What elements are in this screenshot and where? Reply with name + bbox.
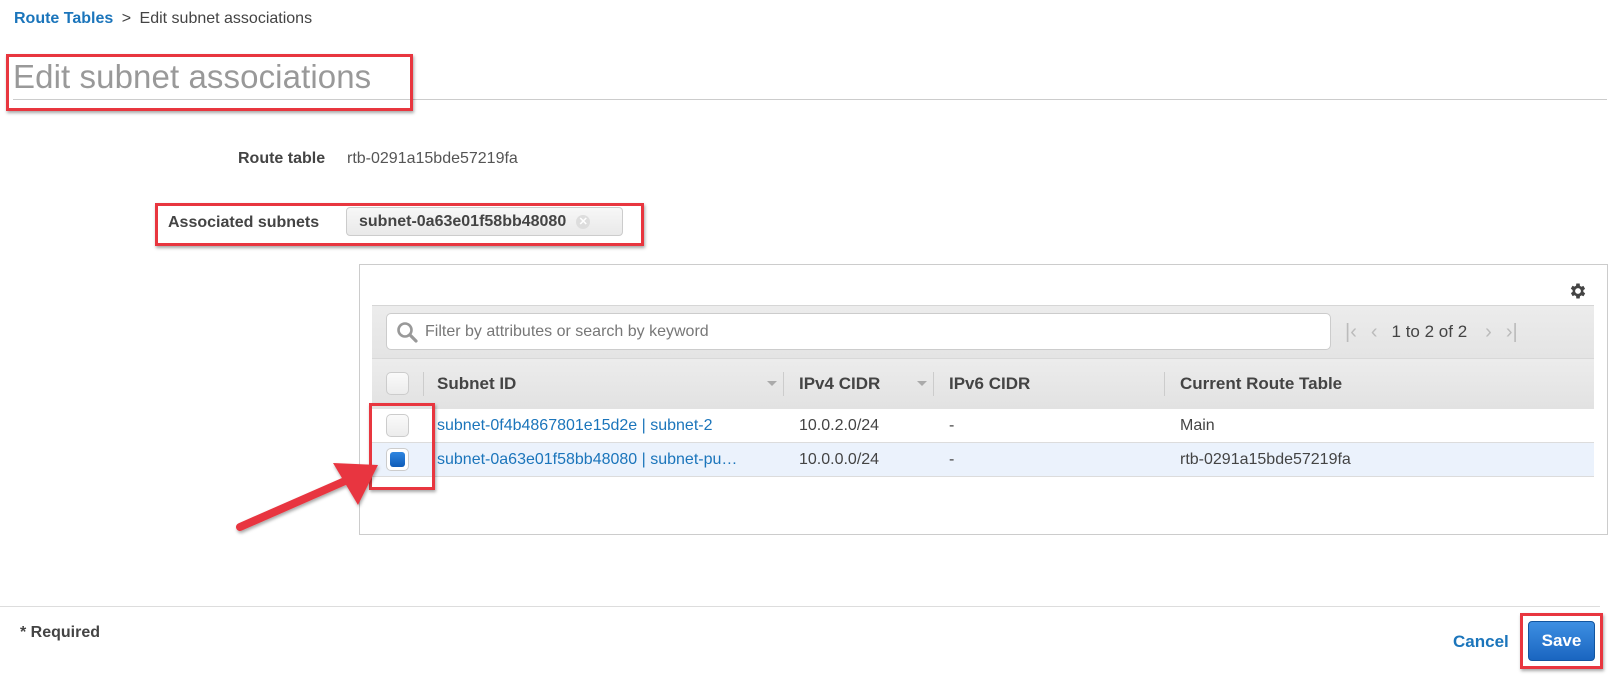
prev-page-icon[interactable]: ‹: [1371, 321, 1378, 344]
cancel-button[interactable]: Cancel: [1453, 632, 1509, 652]
next-page-icon[interactable]: ›: [1485, 321, 1492, 344]
search-input[interactable]: [425, 322, 1305, 341]
route-table-value: rtb-0291a15bde57219fa: [347, 150, 518, 167]
column-header-subnet-id[interactable]: Subnet ID: [437, 374, 516, 394]
column-divider: [423, 372, 424, 396]
pagination-text: 1 to 2 of 2: [1391, 322, 1468, 341]
search-icon: [397, 321, 418, 343]
route-table-cell: Main: [1180, 417, 1215, 434]
column-divider: [1164, 372, 1165, 396]
title-divider: [13, 99, 1607, 100]
ipv6-cidr-cell: -: [949, 417, 955, 434]
associated-subnets-label: Associated subnets: [168, 214, 320, 231]
first-page-icon[interactable]: |‹: [1345, 321, 1357, 344]
ipv6-cidr-cell: -: [949, 451, 955, 468]
column-divider: [783, 372, 784, 396]
select-all-checkbox[interactable]: [386, 372, 409, 395]
associated-subnet-token-text: subnet-0a63e01f58bb48080: [359, 212, 567, 230]
search-box[interactable]: [386, 313, 1331, 350]
page-title: Edit subnet associations: [13, 58, 372, 95]
pagination: |‹ ‹ 1 to 2 of 2 › ›|: [1345, 318, 1518, 346]
subnet-id-link[interactable]: subnet-0a63e01f58bb48080 | subnet-pu…: [437, 451, 737, 469]
sort-caret-icon[interactable]: [917, 381, 927, 386]
column-header-ipv4-cidr[interactable]: IPv4 CIDR: [799, 374, 880, 394]
route-table-label: Route table: [238, 150, 326, 167]
column-divider: [933, 372, 934, 396]
breadcrumb-separator: >: [121, 10, 132, 27]
breadcrumb: Route Tables > Edit subnet associations: [14, 10, 312, 28]
column-header-ipv6-cidr[interactable]: IPv6 CIDR: [949, 374, 1030, 394]
subnet-id-link[interactable]: subnet-0f4b4867801e15d2e | subnet-2: [437, 417, 713, 435]
required-note: * Required: [20, 624, 101, 641]
checkbox-fill: [390, 452, 405, 467]
last-page-icon[interactable]: ›|: [1506, 321, 1518, 344]
save-button[interactable]: Save: [1528, 621, 1595, 661]
footer-divider: [0, 606, 1600, 607]
breadcrumb-current: Edit subnet associations: [139, 10, 313, 27]
sort-caret-icon[interactable]: [767, 381, 777, 386]
row-checkbox-checked[interactable]: [386, 448, 409, 471]
ipv4-cidr-cell: 10.0.0.0/24: [799, 451, 880, 468]
route-table-cell: rtb-0291a15bde57219fa: [1180, 451, 1351, 468]
remove-token-icon[interactable]: ✕: [576, 214, 591, 229]
column-header-current-route-table[interactable]: Current Route Table: [1180, 374, 1342, 394]
breadcrumb-route-tables-link[interactable]: Route Tables: [14, 10, 113, 27]
associated-subnet-token: subnet-0a63e01f58bb48080 ✕: [346, 207, 623, 236]
gear-icon[interactable]: [1568, 281, 1588, 301]
ipv4-cidr-cell: 10.0.2.0/24: [799, 417, 880, 434]
row-checkbox[interactable]: [386, 414, 409, 437]
